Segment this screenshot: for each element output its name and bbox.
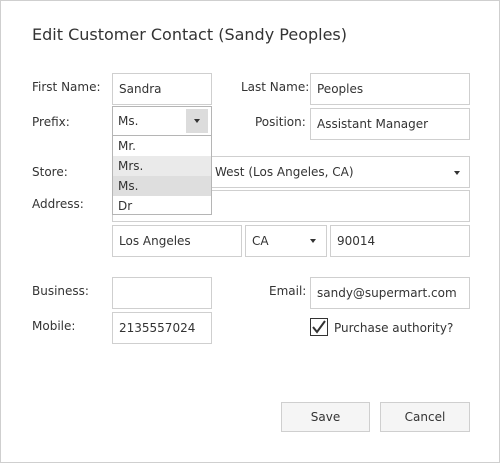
prefix-option-mr[interactable]: Mr. — [113, 136, 211, 156]
position-label: Position: — [255, 115, 306, 129]
prefix-label: Prefix: — [32, 115, 70, 129]
prefix-option-mrs[interactable]: Mrs. — [113, 156, 211, 176]
position-input[interactable]: Assistant Manager — [310, 108, 470, 140]
prefix-dropdown-button[interactable] — [186, 109, 208, 133]
email-input[interactable]: sandy@supermart.com — [310, 277, 470, 309]
chevron-down-icon[interactable] — [310, 239, 316, 243]
mobile-phone-input[interactable]: 2135557024 — [112, 312, 212, 344]
city-input[interactable]: Los Angeles — [112, 225, 242, 257]
chevron-down-icon[interactable] — [454, 171, 460, 175]
prefix-option-ms[interactable]: Ms. — [113, 176, 211, 196]
first-name-label: First Name: — [32, 80, 101, 94]
business-phone-input[interactable] — [112, 277, 212, 309]
dialog-title: Edit Customer Contact (Sandy Peoples) — [32, 25, 347, 44]
cancel-button[interactable]: Cancel — [380, 402, 470, 432]
first-name-input[interactable]: Sandra — [112, 73, 212, 105]
store-label: Store: — [32, 165, 68, 179]
last-name-input[interactable]: Peoples — [310, 73, 470, 105]
purchase-authority-checkbox[interactable] — [310, 318, 328, 336]
edit-contact-dialog: Edit Customer Contact (Sandy Peoples) Fi… — [0, 0, 500, 463]
prefix-dropdown-list: Mr. Mrs. Ms. Dr — [112, 135, 212, 215]
address-label: Address: — [32, 197, 84, 211]
chevron-down-icon — [194, 119, 200, 123]
business-label: Business: — [32, 284, 89, 298]
email-label: Email: — [269, 284, 307, 298]
zip-input[interactable]: 90014 — [330, 225, 470, 257]
purchase-authority-label: Purchase authority? — [334, 321, 454, 335]
save-button[interactable]: Save — [281, 402, 370, 432]
last-name-label: Last Name: — [241, 80, 310, 94]
prefix-option-dr[interactable]: Dr — [113, 196, 211, 216]
mobile-label: Mobile: — [32, 319, 76, 333]
checkmark-icon — [312, 320, 326, 334]
